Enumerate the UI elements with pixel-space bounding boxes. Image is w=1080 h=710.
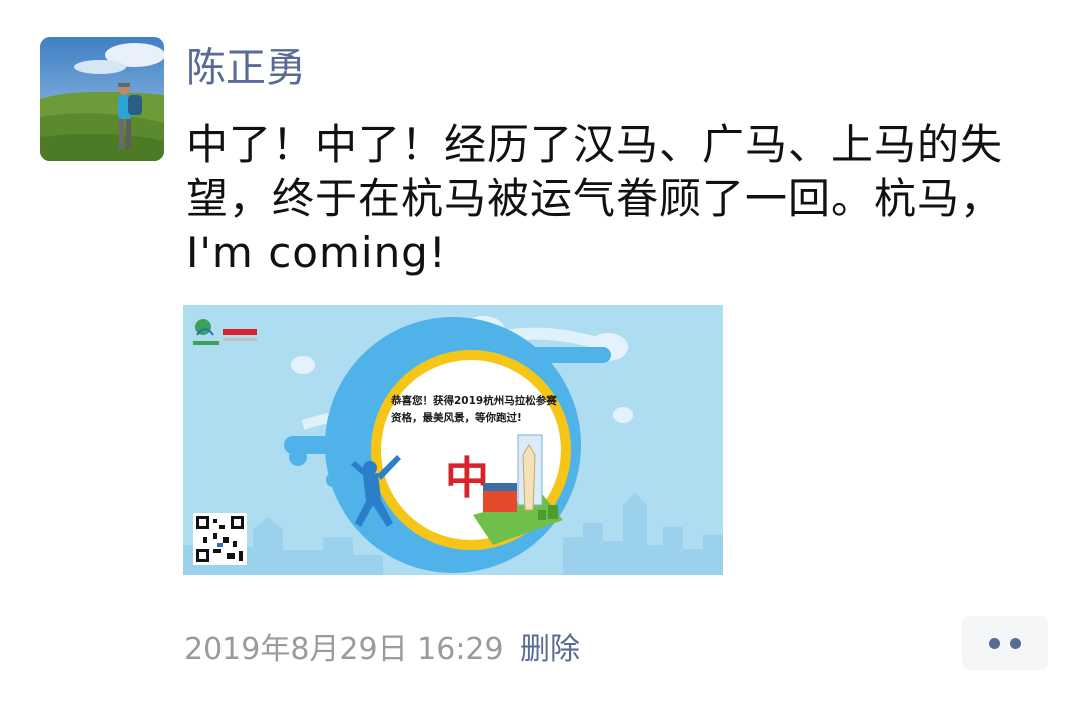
big-character: 中 <box>445 453 489 504</box>
congrats-text: 恭喜您！获得2019杭州马拉松参赛资格，最美风景，等你跑过! <box>391 395 557 424</box>
more-dots-icon <box>1010 638 1021 649</box>
delete-button[interactable]: 删除 <box>520 630 580 670</box>
more-dots-icon <box>989 638 1000 649</box>
sponsor-logo <box>223 329 257 341</box>
avatar[interactable] <box>40 37 164 161</box>
post-image[interactable]: 恭喜您！获得2019杭州马拉松参赛资格，最美风景，等你跑过! 中 <box>183 305 723 575</box>
post-timestamp: 2019年8月29日 16:29 <box>184 632 504 667</box>
more-options-button[interactable] <box>962 616 1048 670</box>
author-name[interactable]: 陈正勇 <box>186 40 306 96</box>
post-text: 中了！中了！经历了汉马、广马、上马的失望，终于在杭马被运气眷顾了一回。杭马，I'… <box>186 120 1004 277</box>
qr-code <box>193 513 247 565</box>
